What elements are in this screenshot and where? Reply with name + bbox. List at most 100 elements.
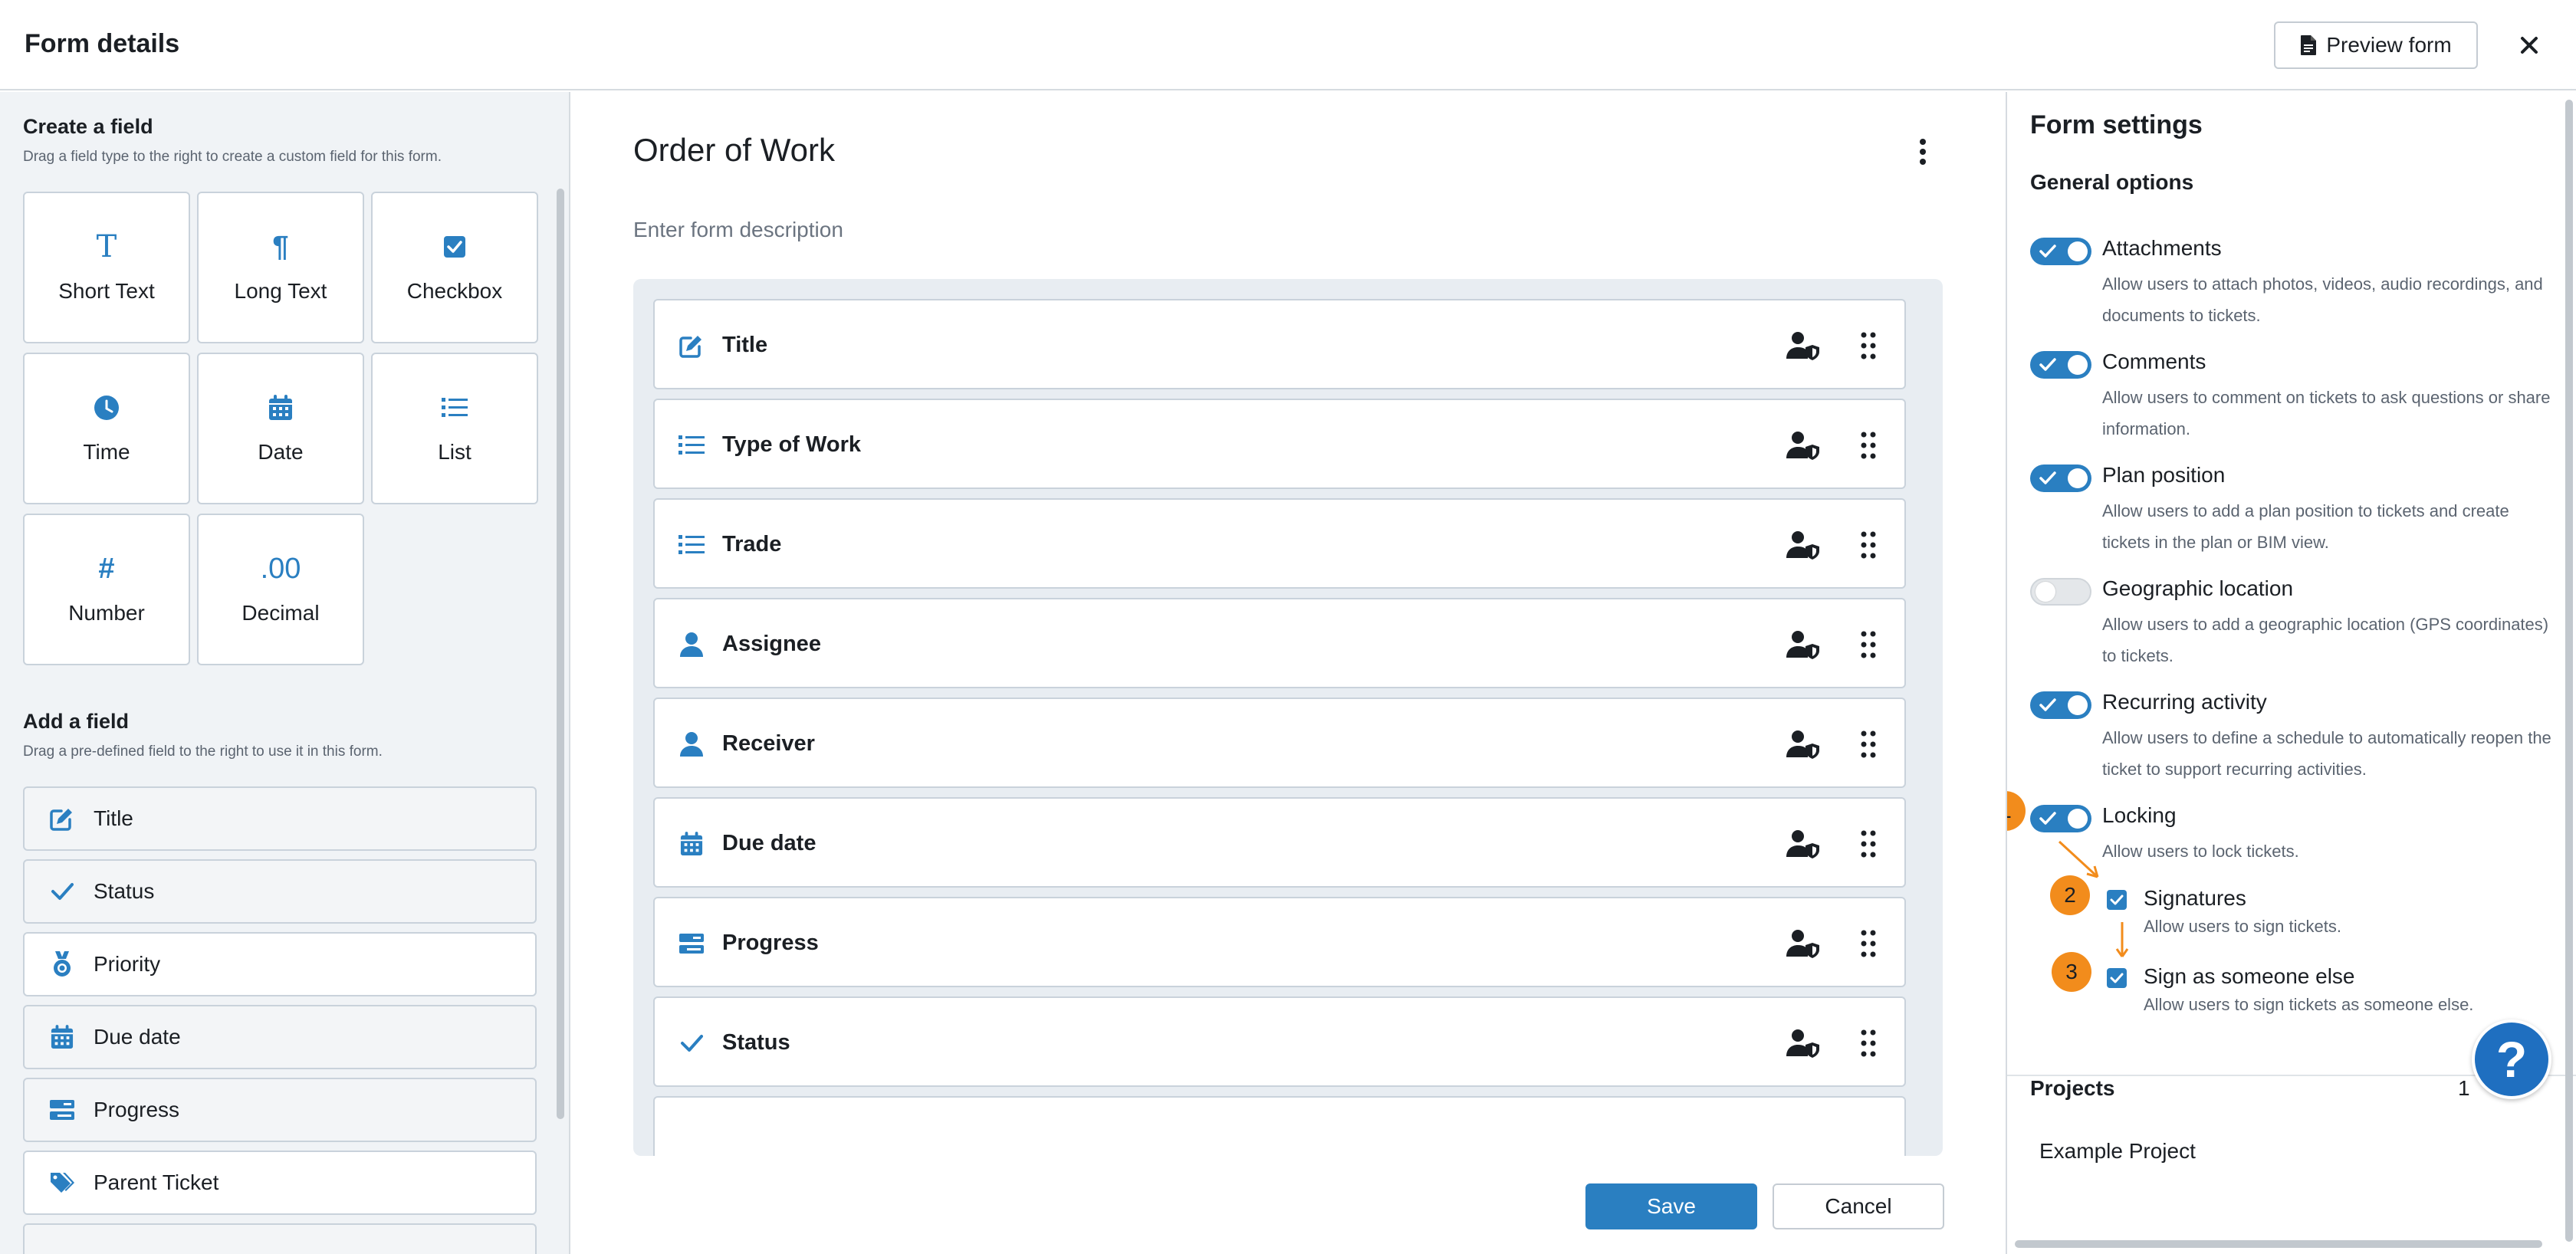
create-field-subtitle: Drag a field type to the right to create… <box>23 149 442 165</box>
drag-handle-icon[interactable] <box>1860 1029 1877 1058</box>
predefined-field-label: Status <box>94 879 155 903</box>
predefined-field-label: Title <box>94 806 133 830</box>
user-permission-icon[interactable] <box>1786 929 1820 958</box>
predefined-field-label: Due date <box>94 1025 181 1049</box>
create-field-title: Create a field <box>23 115 153 138</box>
drag-handle-icon[interactable] <box>1860 431 1877 460</box>
user-permission-icon[interactable] <box>1786 1029 1820 1058</box>
projects-title: Projects <box>2030 1076 2115 1100</box>
help-button[interactable]: ? <box>2472 1019 2551 1099</box>
edit-icon <box>49 806 75 832</box>
tile-label: Date <box>258 440 304 464</box>
drag-handle-icon[interactable] <box>1860 929 1877 958</box>
form-field-row-due-date[interactable]: Due date <box>653 797 1906 888</box>
predefined-field-label: Priority <box>94 952 161 976</box>
medal-icon <box>49 951 75 977</box>
drag-handle-icon[interactable] <box>1860 530 1877 560</box>
save-button[interactable]: Save <box>1585 1183 1757 1229</box>
user-permission-icon[interactable] <box>1786 630 1820 659</box>
user-permission-icon[interactable] <box>1786 431 1820 460</box>
drag-handle-icon[interactable] <box>1860 730 1877 759</box>
tile-list[interactable]: List <box>371 353 538 504</box>
form-title[interactable]: Order of Work <box>633 132 835 169</box>
user-permission-icon[interactable] <box>1786 730 1820 759</box>
progress-icon <box>678 930 705 957</box>
tile-decimal[interactable]: .00 Decimal <box>197 514 364 665</box>
short-text-icon: T <box>96 229 117 264</box>
predefined-field-due-date[interactable]: Due date <box>23 1005 537 1069</box>
signatures-label: Signatures <box>2144 886 2246 910</box>
annotation-badge: 3 <box>2052 952 2091 992</box>
cancel-button[interactable]: Cancel <box>1773 1183 1944 1229</box>
progress-icon <box>49 1097 75 1123</box>
predefined-field-title[interactable]: Title <box>23 786 537 851</box>
settings-vertical-scrollbar[interactable] <box>2565 100 2573 1242</box>
tile-date[interactable]: Date <box>197 353 364 504</box>
user-permission-icon[interactable] <box>1786 829 1820 858</box>
drag-handle-icon[interactable] <box>1860 331 1877 360</box>
form-field-row-title[interactable]: Title <box>653 299 1906 389</box>
sign-as-someone-else-checkbox[interactable] <box>2107 968 2127 988</box>
annotation-badge: 2 <box>2050 875 2090 915</box>
form-field-label: Assignee <box>722 632 821 656</box>
more-options-icon[interactable] <box>1915 136 1930 167</box>
form-description-input[interactable]: Enter form description <box>633 218 843 242</box>
tile-label: Long Text <box>234 279 327 303</box>
form-field-row-trade[interactable]: Trade <box>653 498 1906 589</box>
form-field-label: Receiver <box>722 731 815 756</box>
tile-label: Number <box>68 601 145 625</box>
calendar-icon <box>678 830 705 858</box>
form-field-row-partial[interactable] <box>653 1096 1906 1156</box>
predefined-field-priority[interactable]: Priority <box>23 932 537 996</box>
predefined-field-parent-ticket[interactable]: Parent Ticket <box>23 1151 537 1215</box>
person-icon <box>678 730 705 758</box>
check-icon <box>2110 973 2124 983</box>
predefined-field-label: Progress <box>94 1098 180 1121</box>
left-scrollbar[interactable] <box>557 189 564 1119</box>
signatures-description: Allow users to sign tickets. <box>2144 917 2341 936</box>
user-permission-icon[interactable] <box>1786 530 1820 560</box>
project-item[interactable]: Example Project <box>2039 1139 2196 1164</box>
form-field-label: Trade <box>722 532 782 556</box>
list-icon <box>442 392 468 423</box>
user-permission-icon[interactable] <box>1786 331 1820 360</box>
predefined-field-partial[interactable] <box>23 1223 537 1254</box>
predefined-field-progress[interactable]: Progress <box>23 1078 537 1142</box>
tile-time[interactable]: Time <box>23 353 190 504</box>
settings-horizontal-scrollbar[interactable] <box>2015 1240 2542 1248</box>
close-button[interactable] <box>2513 26 2545 64</box>
form-field-row-progress[interactable]: Progress <box>653 897 1906 987</box>
preview-form-button[interactable]: Preview form <box>2274 21 2478 69</box>
list-icon <box>678 432 705 459</box>
calendar-icon <box>49 1024 75 1050</box>
tag-icon <box>49 1170 75 1196</box>
form-editor-panel: Order of Work Enter form description Tit… <box>572 92 2004 1254</box>
field-palette-panel: Create a field Drag a field type to the … <box>0 92 570 1254</box>
clock-icon <box>94 392 120 423</box>
form-field-row-status[interactable]: Status <box>653 996 1906 1087</box>
form-settings-panel: Form settings General options Attachment… <box>2006 92 2576 1254</box>
tile-label: Checkbox <box>406 279 503 303</box>
drag-handle-icon[interactable] <box>1860 630 1877 659</box>
tile-label: Time <box>83 440 130 464</box>
form-field-label: Type of Work <box>722 432 861 457</box>
sign-as-someone-else-description: Allow users to sign tickets as someone e… <box>2144 995 2474 1014</box>
form-field-row-assignee[interactable]: Assignee <box>653 598 1906 688</box>
hash-icon: # <box>98 552 115 585</box>
sign-as-someone-else-label: Sign as someone else <box>2144 964 2355 988</box>
header: Form details Preview form <box>0 0 2576 90</box>
tile-short-text[interactable]: T Short Text <box>23 192 190 343</box>
check-icon <box>2110 895 2124 905</box>
drag-handle-icon[interactable] <box>1860 829 1877 858</box>
tile-checkbox[interactable]: Checkbox <box>371 192 538 343</box>
tile-long-text[interactable]: ¶ Long Text <box>197 192 364 343</box>
form-field-row-type-of-work[interactable]: Type of Work <box>653 399 1906 489</box>
form-fields-list: Title Type of Work Trade Assignee Receiv… <box>633 279 1943 1156</box>
predefined-field-label: Parent Ticket <box>94 1170 219 1194</box>
signatures-checkbox[interactable] <box>2107 890 2127 910</box>
tile-number[interactable]: # Number <box>23 514 190 665</box>
predefined-field-status[interactable]: Status <box>23 859 537 924</box>
form-field-row-receiver[interactable]: Receiver <box>653 698 1906 788</box>
annotation-arrows <box>2058 840 2129 957</box>
checkbox-icon <box>443 231 466 262</box>
